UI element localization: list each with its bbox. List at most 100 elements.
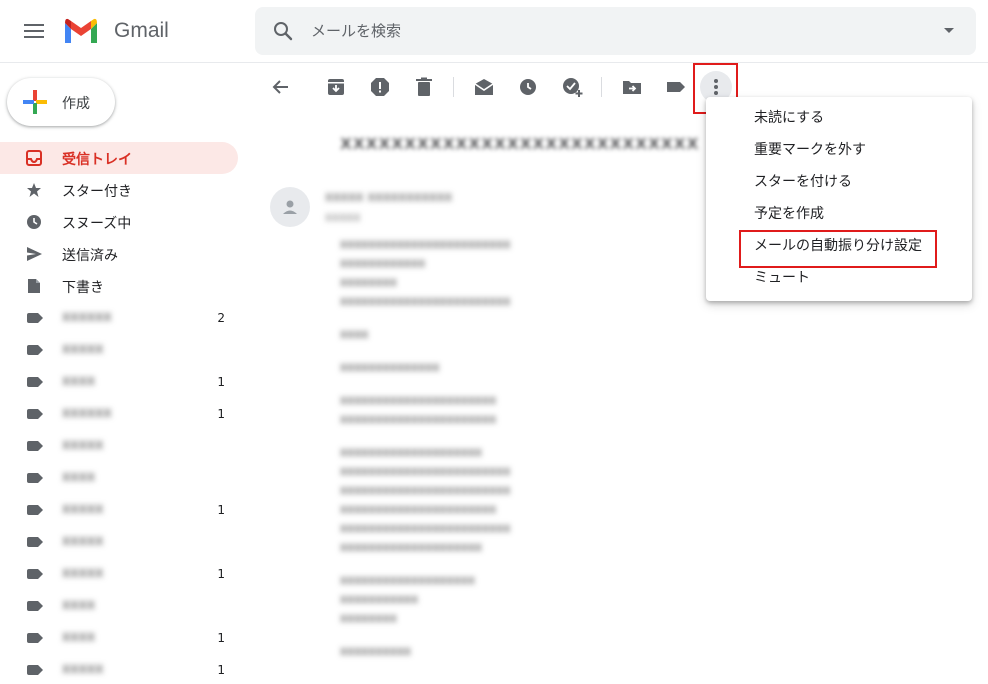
sidebar-item-label: xxxxx — [62, 533, 104, 549]
sidebar-item-sent[interactable]: 送信済み — [0, 238, 238, 270]
mark-unread-icon[interactable] — [472, 75, 496, 99]
sidebar-item-label: xxxx — [62, 597, 96, 613]
unread-count: 2 — [217, 311, 225, 325]
sidebar-item-label: xxxxx — [62, 501, 104, 517]
body-line: xxxxxxxxxxxx — [340, 256, 426, 270]
body-line: xxxxxxxxxxxxxxxxxxxxxxxx — [340, 483, 511, 497]
compose-plus-icon — [23, 90, 47, 114]
sender-avatar[interactable] — [270, 187, 310, 227]
label-icon — [27, 665, 43, 675]
body-line: xxxx — [340, 327, 369, 341]
sidebar-item-label: xxxxx — [62, 437, 104, 453]
toolbar-divider — [601, 77, 602, 97]
inbox-icon — [26, 150, 42, 166]
menu-item-filter-messages[interactable]: メールの自動振り分け設定 — [706, 230, 972, 268]
body-line: xxxxxxxxxxxxxxxxxxxxxxxx — [340, 294, 511, 308]
sidebar-item-label: xxxxx — [62, 341, 104, 357]
sidebar-item-starred[interactable]: スター付き — [0, 174, 238, 206]
sidebar-item-label: 送信済み — [62, 248, 118, 264]
archive-icon[interactable] — [324, 75, 348, 99]
body-line: xxxxxxxxxxxxxxxxxxxxxx — [340, 412, 497, 426]
body-gap — [340, 429, 640, 443]
sidebar-item-label-10[interactable]: xxxx — [0, 590, 238, 622]
body-line: xxxxxxxxxx — [340, 644, 412, 658]
sidebar-item-inbox[interactable]: 受信トレイ — [0, 142, 238, 174]
more-options-menu: 未読にする 重要マークを外す スターを付ける 予定を作成 メールの自動振り分け設… — [706, 97, 972, 301]
unread-count: 1 — [217, 567, 225, 581]
sidebar-item-label: 受信トレイ — [62, 152, 132, 168]
body-line: xxxxxxxxxxxxxxxxxxx — [340, 573, 475, 587]
label-icon — [27, 633, 43, 643]
sidebar-item-label-4[interactable]: xxxxxx 1 — [0, 398, 238, 430]
recipient-line[interactable]: xxxxx — [325, 210, 361, 224]
body-line: xxxxxxxxxxx — [340, 592, 419, 606]
sidebar-item-label: xxxx — [62, 373, 96, 389]
toolbar-divider — [453, 77, 454, 97]
label-icon — [27, 313, 43, 323]
sidebar-item-label-8[interactable]: xxxxx — [0, 526, 238, 558]
unread-count: 1 — [217, 407, 225, 421]
body-line: xxxxxxxxxxxxxxxxxxxx — [340, 540, 483, 554]
body-gap — [340, 344, 640, 358]
sidebar-item-label-5[interactable]: xxxxx — [0, 430, 238, 462]
label-icon — [27, 377, 43, 387]
back-icon[interactable] — [269, 75, 293, 99]
email-body: xxxxxxxxxxxxxxxxxxxxxxxx xxxxxxxxxxxx xx… — [340, 235, 640, 661]
menu-item-mute[interactable]: ミュート — [706, 262, 972, 294]
snooze-icon[interactable] — [516, 75, 540, 99]
sidebar-item-label: 下書き — [62, 280, 104, 296]
sidebar-item-drafts[interactable]: 下書き — [0, 270, 238, 302]
body-line: xxxxxxxxxxxxxxxxxxxxxxxx — [340, 521, 511, 535]
sidebar-item-label: xxxxxx — [62, 405, 112, 421]
search-icon[interactable] — [271, 19, 295, 43]
unread-count: 1 — [217, 375, 225, 389]
body-line: xxxxxxxxxxxxxxxxxxxxxx — [340, 502, 497, 516]
gmail-logo-icon[interactable] — [63, 17, 99, 45]
label-icon — [27, 409, 43, 419]
sidebar-item-label-11[interactable]: xxxx 1 — [0, 622, 238, 654]
main-menu-icon[interactable] — [22, 21, 46, 43]
sidebar-item-label: スヌーズ中 — [62, 216, 132, 232]
unread-count: 1 — [217, 503, 225, 517]
body-line: xxxxxxxxxxxxxx — [340, 360, 440, 374]
label-icon — [27, 473, 43, 483]
sidebar-item-snoozed[interactable]: スヌーズ中 — [0, 206, 238, 238]
search-input[interactable] — [311, 15, 911, 47]
person-icon — [283, 200, 297, 214]
search-bar[interactable] — [255, 7, 976, 55]
body-gap — [340, 628, 640, 642]
body-line: xxxxxxxx — [340, 611, 397, 625]
draft-icon — [28, 279, 40, 293]
report-spam-icon[interactable] — [368, 75, 392, 99]
move-to-icon[interactable] — [620, 75, 644, 99]
add-task-icon[interactable] — [560, 75, 584, 99]
menu-item-create-event[interactable]: 予定を作成 — [706, 198, 972, 230]
sidebar-item-label-3[interactable]: xxxx 1 — [0, 366, 238, 398]
delete-icon[interactable] — [412, 75, 436, 99]
body-line: xxxxxxxxxxxxxxxxxxxx — [340, 445, 483, 459]
sidebar-item-label: xxxxxx — [62, 309, 112, 325]
menu-item-add-star[interactable]: スターを付ける — [706, 166, 972, 198]
sidebar-item-label-9[interactable]: xxxxx 1 — [0, 558, 238, 590]
send-icon — [27, 247, 42, 261]
body-gap — [340, 557, 640, 571]
label-icon — [27, 569, 43, 579]
body-line: xxxxxxxxxxxxxxxxxxxxxxxx — [340, 237, 511, 251]
menu-item-mark-unread[interactable]: 未読にする — [706, 102, 972, 134]
compose-button[interactable]: 作成 — [7, 78, 115, 126]
sidebar-item-label-12[interactable]: xxxxx 1 — [0, 654, 238, 684]
sidebar-item-label-6[interactable]: xxxx — [0, 462, 238, 494]
body-line: xxxxxxxxxxxxxxxxxxxxxxxx — [340, 464, 511, 478]
search-options-dropdown-icon[interactable] — [944, 28, 954, 33]
label-icon[interactable] — [664, 75, 688, 99]
body-line: xxxxxxxx — [340, 275, 397, 289]
gmail-logo-text: Gmail — [114, 19, 169, 42]
sidebar-item-label-7[interactable]: xxxxx 1 — [0, 494, 238, 526]
body-line: xxxxxxxxxxxxxxxxxxxxxx — [340, 393, 497, 407]
star-icon — [27, 183, 41, 197]
sidebar-item-label: xxxxx — [62, 661, 104, 677]
menu-item-mark-not-important[interactable]: 重要マークを外す — [706, 134, 972, 166]
label-icon — [27, 441, 43, 451]
sidebar-item-label-2[interactable]: xxxxx — [0, 334, 238, 366]
sidebar-item-label-1[interactable]: xxxxxx 2 — [0, 302, 238, 334]
